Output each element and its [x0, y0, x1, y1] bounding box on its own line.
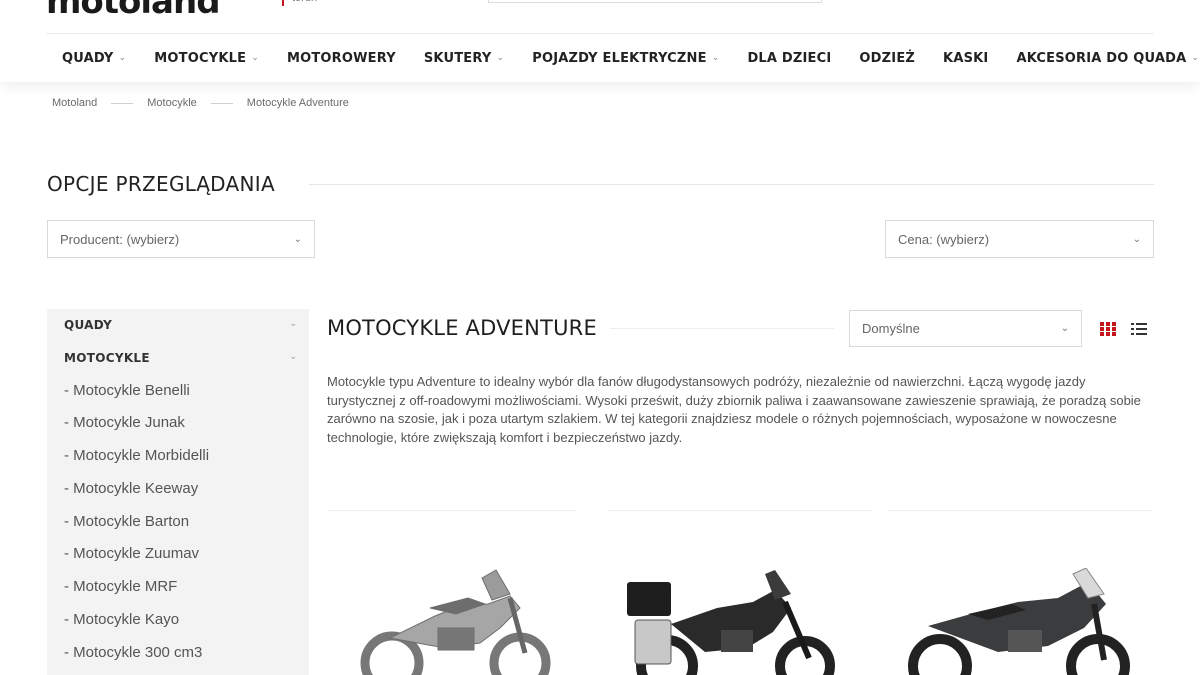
nav-item-pojazdy-elektryczne[interactable]: POJAZDY ELEKTRYCZNE ⌄	[518, 51, 733, 66]
chevron-down-icon: ⌄	[711, 53, 720, 63]
chevron-down-icon: ⌄	[293, 233, 302, 245]
breadcrumb-separator	[210, 102, 233, 104]
title-divider	[610, 328, 834, 329]
chevron-down-icon: ⌄	[118, 53, 127, 63]
nav-item-label: AKCESORIA DO QUADA	[1016, 50, 1187, 66]
sidebar-item-keeway[interactable]: - Motocykle Keeway	[64, 480, 198, 497]
logo-divider	[282, 0, 284, 6]
nav-item-label: MOTOROWERY	[286, 50, 396, 66]
nav-item-quady[interactable]: QUADY ⌄	[48, 51, 140, 66]
nav-item-dla-dzieci[interactable]: DLA DZIECI	[733, 51, 845, 66]
sidebar-item-benelli[interactable]: - Motocykle Benelli	[64, 382, 190, 399]
nav-item-motocykle[interactable]: MOTOCYKLE ⌄	[140, 51, 273, 66]
chevron-down-icon: ⌄	[1191, 53, 1200, 63]
nav-item-label: QUADY	[62, 50, 114, 66]
chevron-down-icon: ⌄	[496, 53, 505, 63]
price-select[interactable]: Cena: (wybierz) ⌄	[885, 220, 1154, 258]
sidebar-category-quady[interactable]: QUADY	[64, 318, 112, 332]
chevron-down-icon: ⌄	[1060, 323, 1069, 334]
product-image-motorcycle[interactable]	[625, 568, 835, 675]
chevron-down-icon[interactable]: ⌄	[289, 351, 297, 362]
breadcrumb-link[interactable]: Motoland	[52, 97, 97, 109]
category-description: Motocykle typu Adventure to idealny wybó…	[327, 374, 1141, 445]
breadcrumb: Motoland Motocykle Motocykle Adventure	[52, 97, 349, 109]
sidebar-category-motocykle[interactable]: MOTOCYKLE	[64, 351, 150, 365]
nav-item-odziez[interactable]: ODZIEŻ	[845, 51, 929, 66]
main-nav: QUADY ⌄ MOTOCYKLE ⌄ MOTOROWERY SKUTERY ⌄ PO…	[48, 42, 1200, 74]
nav-item-label: DLA DZIECI	[747, 50, 832, 66]
sort-select[interactable]: Domyślne ⌄	[849, 310, 1082, 347]
sidebar-item-zuumav[interactable]: - Motocykle Zuumav	[64, 545, 199, 562]
list-view-icon[interactable]	[1130, 321, 1148, 337]
sidebar-item-kayo[interactable]: - Motocykle Kayo	[64, 611, 179, 628]
product-card-divider	[888, 510, 1153, 511]
nav-item-label: ODZIEŻ	[859, 50, 916, 66]
breadcrumb-separator	[111, 102, 134, 104]
nav-item-label: MOTOCYKLE	[154, 50, 247, 66]
site-header: motoland torun QUADY ⌄ MOTOCYKLE ⌄ MOTOROW…	[0, 0, 1200, 82]
product-image-motorcycle[interactable]	[360, 568, 560, 675]
producer-select-value: Producent: (wybierz)	[60, 231, 180, 247]
product-card-divider	[607, 510, 872, 511]
sort-select-value: Domyślne	[862, 321, 920, 336]
price-select-value: Cena: (wybierz)	[898, 231, 990, 247]
nav-item-skutery[interactable]: SKUTERY ⌄	[410, 51, 518, 66]
product-card-divider	[327, 510, 577, 511]
sidebar-item-morbidelli[interactable]: - Motocykle Morbidelli	[64, 447, 209, 464]
chevron-down-icon: ⌄	[1132, 233, 1141, 245]
nav-item-label: SKUTERY	[423, 50, 492, 66]
chevron-down-icon: ⌄	[251, 53, 259, 63]
sidebar-item-barton[interactable]: - Motocykle Barton	[64, 513, 189, 530]
nav-item-akcesoria[interactable]: AKCESORIA DO QUADA ⌄	[1002, 51, 1200, 66]
nav-item-kaski[interactable]: KASKI	[929, 51, 1002, 66]
nav-divider	[46, 33, 1154, 34]
nav-item-label: POJAZDY ELEKTRYCZNE	[532, 50, 707, 66]
chevron-down-icon[interactable]: ⌄	[289, 318, 297, 329]
sidebar-item-mrf[interactable]: - Motocykle MRF	[64, 578, 177, 595]
producer-select[interactable]: Producent: (wybierz) ⌄	[47, 220, 315, 258]
grid-view-icon[interactable]	[1099, 321, 1117, 337]
options-divider	[309, 184, 1154, 185]
options-title: OPCJE PRZEGLĄDANIA	[47, 172, 275, 196]
category-sidebar: QUADY ⌄ MOTOCYKLE ⌄ - Motocykle Benelli …	[47, 309, 309, 675]
nav-item-motorowery[interactable]: MOTOROWERY	[273, 51, 410, 66]
search-input[interactable]	[488, 0, 822, 3]
sidebar-item-300cm3[interactable]: - Motocykle 300 cm3	[64, 644, 202, 661]
nav-item-label: KASKI	[943, 50, 989, 66]
sidebar-item-junak[interactable]: - Motocykle Junak	[64, 414, 185, 431]
breadcrumb-link[interactable]: Motocykle	[147, 97, 197, 109]
logo-subtitle: torun	[292, 0, 317, 4]
product-image-motorcycle[interactable]	[908, 568, 1133, 675]
breadcrumb-current: Motocykle Adventure	[246, 97, 349, 109]
page-title: MOTOCYKLE ADVENTURE	[327, 316, 597, 340]
logo[interactable]: motoland	[46, 0, 221, 22]
